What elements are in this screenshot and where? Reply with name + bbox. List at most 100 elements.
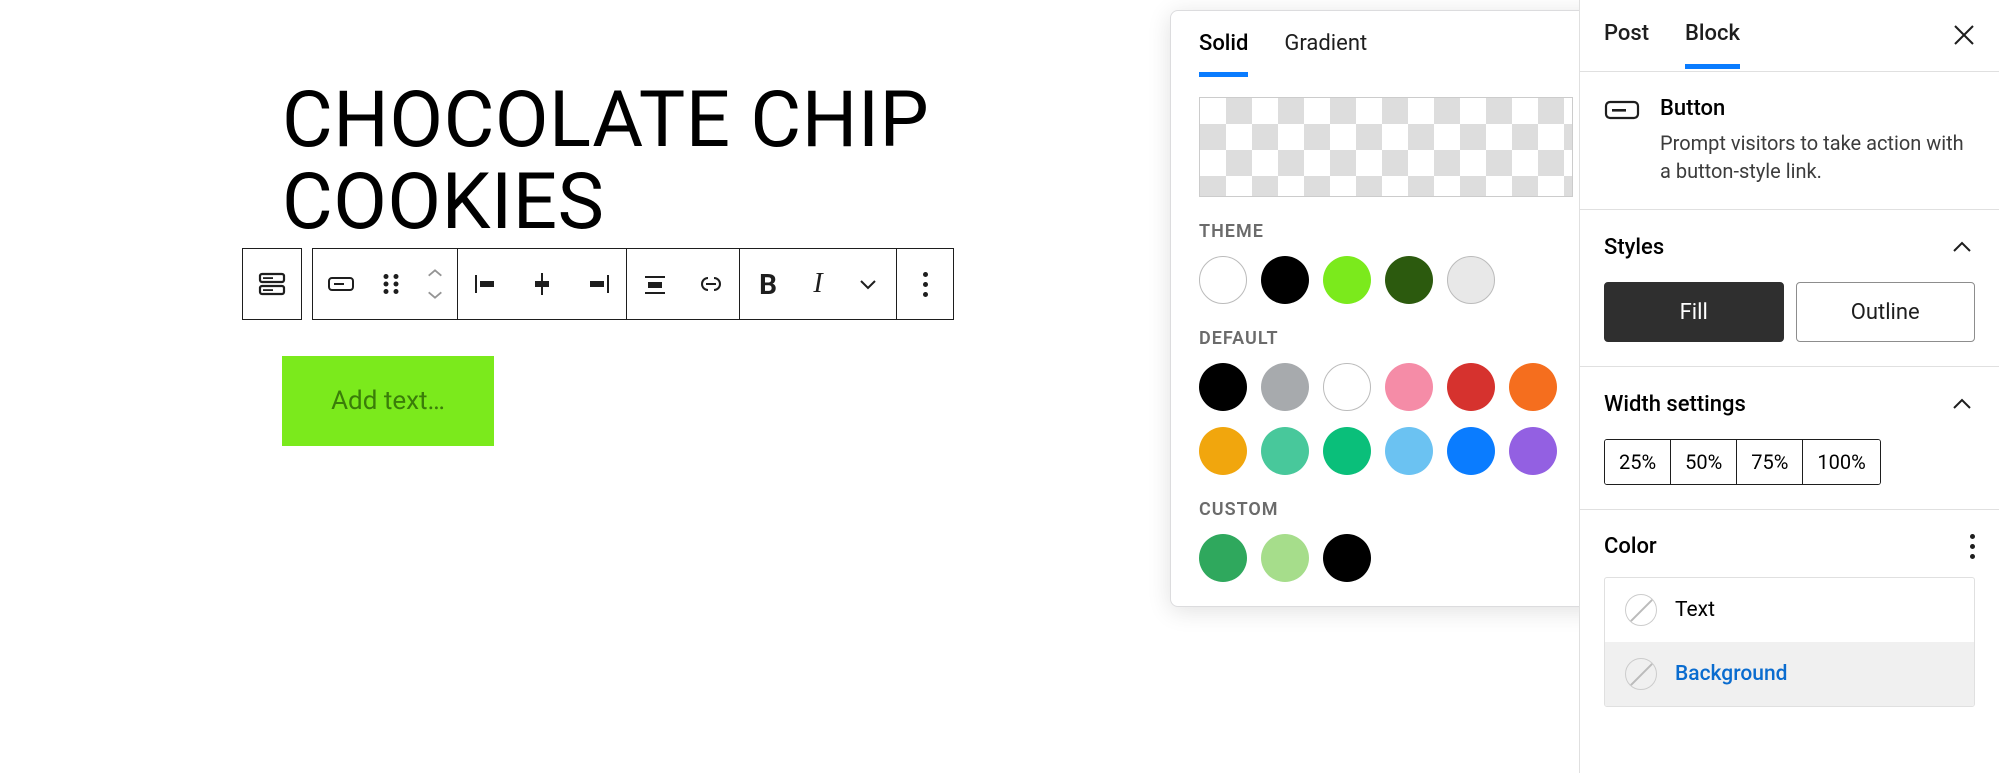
color-swatch[interactable]	[1447, 427, 1495, 475]
chevron-down-icon	[853, 269, 883, 299]
kebab-icon	[1970, 534, 1975, 559]
width-title: Width settings	[1604, 392, 1746, 417]
align-icon	[640, 269, 670, 299]
move-down-button[interactable]	[413, 284, 457, 306]
color-popover: Solid Gradient THEME DEFAULT CUSTOM	[1170, 10, 1602, 607]
parent-block-button[interactable]	[242, 248, 302, 320]
color-swatch[interactable]	[1385, 363, 1433, 411]
color-background-label: Background	[1675, 662, 1787, 686]
block-mover	[413, 262, 457, 306]
color-swatch[interactable]	[1199, 534, 1247, 582]
post-title[interactable]: CHOCOLATE CHIP COOKIES	[282, 80, 1082, 244]
close-sidebar-button[interactable]	[1949, 20, 1979, 54]
close-icon	[1949, 20, 1979, 50]
color-swatch[interactable]	[1509, 363, 1557, 411]
color-swatch[interactable]	[1261, 427, 1309, 475]
block-name: Button	[1660, 96, 1975, 121]
tab-gradient[interactable]: Gradient	[1284, 31, 1367, 77]
custom-swatches	[1199, 534, 1573, 582]
color-text-label: Text	[1675, 598, 1715, 622]
justify-left-button[interactable]	[458, 249, 514, 319]
chevron-up-icon	[1949, 391, 1975, 417]
italic-icon: I	[813, 268, 822, 300]
color-swatch[interactable]	[1323, 427, 1371, 475]
bold-icon: B	[759, 268, 777, 301]
chevron-down-icon	[426, 289, 444, 301]
width-option[interactable]: 25%	[1605, 440, 1671, 484]
justify-center-icon	[527, 269, 557, 299]
theme-label: THEME	[1199, 221, 1573, 242]
color-swatch[interactable]	[1323, 256, 1371, 304]
swatch-none-icon	[1625, 658, 1657, 690]
italic-button[interactable]: I	[796, 249, 840, 319]
justify-right-button[interactable]	[570, 249, 626, 319]
button-block[interactable]: Add text…	[282, 356, 494, 446]
custom-label: CUSTOM	[1199, 499, 1573, 520]
color-swatch[interactable]	[1385, 427, 1433, 475]
chevron-up-icon	[1949, 234, 1975, 260]
block-type-button[interactable]	[313, 249, 369, 319]
color-swatch[interactable]	[1447, 256, 1495, 304]
grip-icon	[376, 269, 406, 299]
color-panel: Color Text Background	[1580, 510, 1999, 731]
justify-left-icon	[471, 269, 501, 299]
button-placeholder: Add text…	[331, 386, 445, 416]
link-icon	[696, 269, 726, 299]
default-swatches-2	[1199, 427, 1573, 475]
width-panel: Width settings 25%50%75%100%	[1580, 367, 1999, 510]
color-swatch[interactable]	[1261, 534, 1309, 582]
styles-panel-toggle[interactable]: Styles	[1604, 234, 1975, 260]
settings-sidebar: Post Block Button Prompt visitors to tak…	[1579, 0, 1999, 773]
drag-handle[interactable]	[369, 249, 413, 319]
default-swatches	[1199, 363, 1573, 411]
width-option[interactable]: 100%	[1803, 440, 1879, 484]
justify-center-button[interactable]	[514, 249, 570, 319]
move-up-button[interactable]	[413, 262, 457, 284]
block-info-section: Button Prompt visitors to take action wi…	[1580, 72, 1999, 210]
color-panel-toggle[interactable]: Color	[1604, 534, 1975, 559]
button-icon	[1604, 98, 1640, 134]
styles-title: Styles	[1604, 235, 1664, 260]
kebab-icon	[923, 272, 928, 297]
color-popover-tabs: Solid Gradient	[1171, 11, 1601, 77]
block-options-button[interactable]	[897, 249, 953, 319]
bold-button[interactable]: B	[740, 249, 796, 319]
color-swatch[interactable]	[1261, 256, 1309, 304]
width-option[interactable]: 75%	[1737, 440, 1803, 484]
more-rich-text-button[interactable]	[840, 249, 896, 319]
color-swatch[interactable]	[1199, 363, 1247, 411]
width-button-group: 25%50%75%100%	[1604, 439, 1881, 485]
color-background-row[interactable]: Background	[1605, 642, 1974, 706]
sidebar-tabs: Post Block	[1580, 0, 1999, 72]
block-description: Prompt visitors to take action with a bu…	[1660, 129, 1975, 185]
swatch-none-icon	[1625, 594, 1657, 626]
style-fill-button[interactable]: Fill	[1604, 282, 1784, 342]
color-swatch[interactable]	[1447, 363, 1495, 411]
styles-panel: Styles Fill Outline	[1580, 210, 1999, 367]
color-text-row[interactable]: Text	[1605, 578, 1974, 642]
width-panel-toggle[interactable]: Width settings	[1604, 391, 1975, 417]
buttons-icon	[256, 268, 288, 300]
color-preview-transparent[interactable]	[1199, 97, 1573, 197]
block-toolbar: B I	[242, 248, 954, 320]
color-swatch[interactable]	[1385, 256, 1433, 304]
width-option[interactable]: 50%	[1671, 440, 1737, 484]
default-label: DEFAULT	[1199, 328, 1573, 349]
chevron-up-icon	[426, 267, 444, 279]
color-title: Color	[1604, 534, 1657, 559]
button-block-icon	[326, 269, 356, 299]
tab-post[interactable]: Post	[1604, 3, 1649, 69]
link-button[interactable]	[683, 249, 739, 319]
tab-solid[interactable]: Solid	[1199, 31, 1248, 77]
color-swatch[interactable]	[1323, 534, 1371, 582]
style-outline-button[interactable]: Outline	[1796, 282, 1976, 342]
color-swatch[interactable]	[1509, 427, 1557, 475]
color-swatch[interactable]	[1199, 256, 1247, 304]
color-swatch[interactable]	[1261, 363, 1309, 411]
tab-block[interactable]: Block	[1685, 3, 1740, 69]
align-button[interactable]	[627, 249, 683, 319]
theme-swatches	[1199, 256, 1573, 304]
justify-right-icon	[583, 269, 613, 299]
color-swatch[interactable]	[1199, 427, 1247, 475]
color-swatch[interactable]	[1323, 363, 1371, 411]
